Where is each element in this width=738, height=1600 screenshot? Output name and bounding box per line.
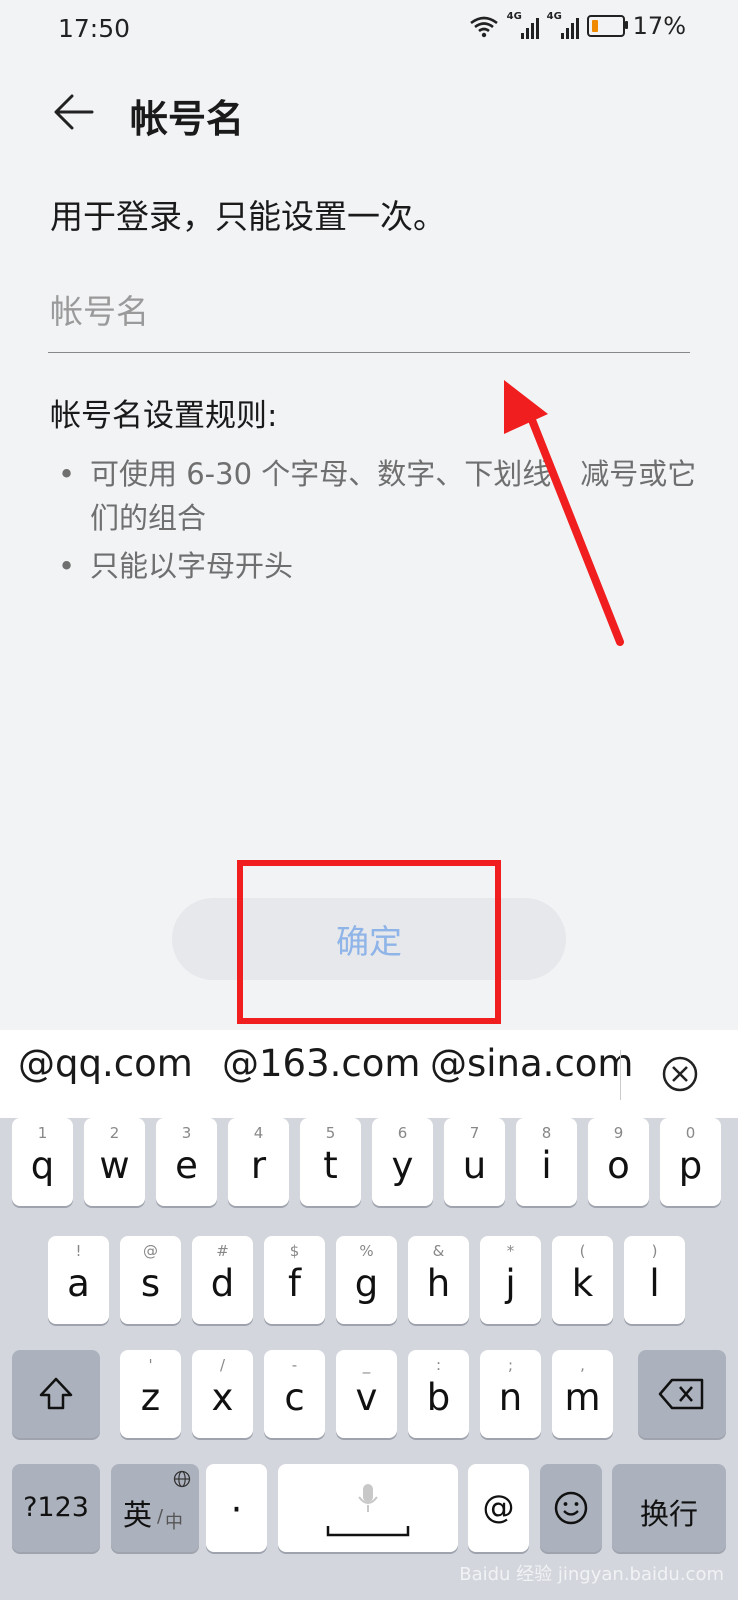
shift-arrow-icon [39,1377,73,1410]
status-time: 17:50 [58,14,131,43]
space-bar-icon [326,1526,410,1537]
key-s[interactable]: @ s [120,1236,181,1324]
key-u[interactable]: 7u [444,1118,505,1206]
key-y[interactable]: 6y [372,1118,433,1206]
suggestion-163[interactable]: @163.com [222,1042,420,1085]
close-suggestions-icon[interactable] [660,1054,700,1094]
annotation-highlight-box [237,860,501,1024]
battery-percent: 17% [632,12,686,40]
at-key[interactable]: @ [468,1464,529,1552]
key-i[interactable]: 8i [516,1118,577,1206]
emoji-icon [554,1491,588,1525]
keyboard: 1q 2w 3e 4r 5t 6y 7u 8i 9o 0p ! a @ s # d $… [0,1118,738,1600]
signal-icon-1: 4G [507,11,539,39]
key-t[interactable]: 5t [300,1118,361,1206]
shift-key[interactable] [12,1350,100,1438]
microphone-icon [358,1484,378,1512]
emoji-key[interactable] [540,1464,602,1552]
key-x[interactable]: / x [192,1350,253,1438]
suggestion-bar: @qq.com @163.com @sina.com [0,1030,738,1118]
page-title: 帐号名 [130,97,245,141]
back-arrow-icon[interactable] [52,90,96,134]
suggestion-qq[interactable]: @qq.com [18,1042,193,1085]
enter-key[interactable]: 换行 [612,1464,726,1552]
key-h[interactable]: & h [408,1236,469,1324]
key-f[interactable]: $ f [264,1236,325,1324]
key-k[interactable]: (k [552,1236,613,1324]
key-a[interactable]: ! a [48,1236,109,1324]
key-z[interactable]: ' z [120,1350,181,1438]
key-v[interactable]: _ v [336,1350,397,1438]
key-j[interactable]: * j [480,1236,541,1324]
space-key[interactable] [278,1464,458,1552]
key-c[interactable]: -c [264,1350,325,1438]
username-input[interactable] [48,270,690,353]
rules-title: 帐号名设置规则: [50,398,278,434]
watermark: Baidu 经验 jingyan.baidu.com [459,1564,724,1585]
description-text: 用于登录，只能设置一次。 [50,197,446,236]
key-g[interactable]: % g [336,1236,397,1324]
key-b[interactable]: :b [408,1350,469,1438]
annotation-arrow [504,380,624,646]
key-o[interactable]: 9o [588,1118,649,1206]
battery-icon [586,15,628,37]
status-icons: 4G 4G 17% [469,11,686,40]
divider [620,1050,621,1100]
key-p[interactable]: 0p [660,1118,721,1206]
backspace-key[interactable] [638,1350,726,1438]
globe-icon [173,1470,191,1488]
key-d[interactable]: # d [192,1236,253,1324]
key-r[interactable]: 4r [228,1118,289,1206]
signal-icon-2: 4G [547,11,579,39]
suggestion-sina[interactable]: @sina.com [430,1042,633,1085]
key-m[interactable]: ,m [552,1350,613,1438]
status-bar: 17:50 4G 4G 17% [0,0,738,58]
key-n[interactable]: ; n [480,1350,541,1438]
wifi-icon [469,16,498,38]
backspace-icon [658,1378,704,1410]
numbers-key[interactable]: ?123 [12,1464,100,1552]
key-q[interactable]: 1q [12,1118,73,1206]
key-e[interactable]: 3e [156,1118,217,1206]
language-switch-key[interactable]: 英 / 中 [111,1464,199,1552]
key-l[interactable]: ) l [624,1236,685,1324]
key-w[interactable]: 2w [84,1118,145,1206]
period-key[interactable]: · [206,1464,267,1552]
